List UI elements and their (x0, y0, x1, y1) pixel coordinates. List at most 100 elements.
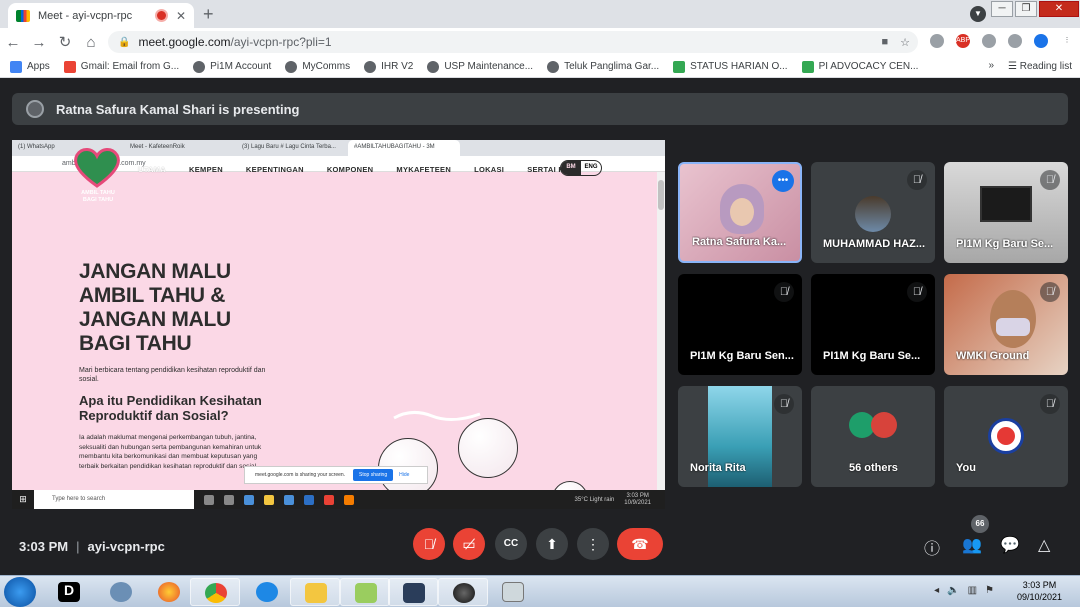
globe-icon (547, 60, 560, 73)
tab-search-icon[interactable]: ▼ (970, 6, 986, 22)
bookmark-item[interactable]: USP Maintenance... (427, 60, 533, 73)
menu-dots-icon[interactable]: ⋮ (1060, 34, 1074, 48)
menu-item: UTAMA (138, 165, 167, 174)
minimize-button[interactable]: ─ (991, 1, 1013, 17)
taskbar-app[interactable] (388, 578, 438, 606)
bookmark-item[interactable]: Apps (10, 60, 50, 73)
hide-button: Hide (399, 472, 410, 478)
globe-icon (427, 60, 440, 73)
participant-tile[interactable]: 🎙̸ WMKI Ground (944, 274, 1068, 375)
mic-off-button[interactable]: 🎙̸ (413, 528, 445, 560)
shared-clock-time: 3:03 PM (626, 492, 649, 499)
hero-subtitle: Mari berbicara tentang pendidikan kesiha… (79, 367, 266, 383)
tray-arrow-icon[interactable]: ◂ (934, 585, 939, 596)
new-tab-button[interactable]: + (203, 4, 214, 25)
globe-icon (285, 60, 298, 73)
hero-heading: JANGAN MALU AMBIL TAHU & JANGAN MALU BAG… (79, 260, 231, 355)
participant-tile[interactable]: 🎙̸ Norita Rita (678, 386, 802, 487)
taskbar-app[interactable] (340, 578, 390, 606)
reading-list-button[interactable]: ☰ Reading list (1008, 61, 1072, 72)
bookmark-item[interactable]: IHR V2 (364, 60, 413, 73)
extensions-icon[interactable] (982, 34, 996, 48)
extensions: ABP ⋮ (930, 34, 1074, 50)
network-icon[interactable]: ▥ (968, 585, 977, 596)
start-button[interactable] (4, 577, 36, 607)
doodle-decoration (393, 411, 481, 421)
app-icon (403, 583, 425, 603)
self-avatar-logo (997, 427, 1015, 445)
mic-off-icon: 🎙̸ (1040, 170, 1060, 190)
taskbar-app[interactable] (144, 578, 194, 606)
shared-tab-active: #AMBILTAHUBAGITAHU - 3M (348, 140, 460, 156)
app-icon (304, 494, 314, 505)
globe-icon[interactable] (930, 34, 944, 48)
forward-icon[interactable]: → (26, 34, 52, 51)
volume-icon[interactable]: 🔈 (947, 585, 959, 596)
captions-button[interactable]: CC (495, 528, 527, 560)
apps-grid-icon (10, 60, 22, 73)
participant-tile[interactable]: 🎙̸ PI1M Kg Baru Sen... (678, 274, 802, 375)
address-bar[interactable]: 🔒 meet.google.com /ayi-vcpn-rpc?pli=1 ■ … (108, 31, 918, 53)
flag-icon[interactable]: ⚑ (985, 585, 994, 596)
edit-icon[interactable] (1008, 34, 1022, 48)
shared-tab: (3) Lagu Baru # Lagu Cinta Terba... (242, 144, 336, 150)
taskbar-app[interactable] (290, 578, 340, 606)
participant-tile[interactable]: 🎙̸ PI1M Kg Baru Se... (811, 274, 935, 375)
camera-icon[interactable]: ■ (881, 36, 888, 49)
info-icon[interactable]: ⓘ (924, 535, 940, 559)
adblock-icon[interactable]: ABP (956, 34, 970, 48)
taskbar-clock[interactable]: 3:03 PM 09/10/2021 (1017, 579, 1062, 603)
mic-off-icon: 🎙̸ (907, 170, 927, 190)
site-icon (193, 60, 206, 73)
shared-taskbar: ⊞ Type here to search 35°C Light rain 3:… (12, 490, 665, 509)
taskbar-app[interactable] (242, 578, 292, 606)
camera-off-button[interactable]: ▭̸ (453, 528, 485, 560)
gmail-icon (63, 60, 76, 73)
bookmark-item[interactable]: Gmail: Email from G... (63, 60, 179, 73)
restore-button[interactable]: ❐ (1015, 1, 1037, 17)
shared-tab: Meet - KafeteenRoik (130, 144, 185, 150)
participant-tile[interactable]: 🎙̸ MUHAMMAD HAZ... (811, 162, 935, 263)
home-icon[interactable]: ⌂ (78, 34, 104, 51)
participant-avatar (855, 196, 891, 232)
bookmark-item[interactable]: STATUS HARIAN O... (673, 60, 788, 73)
taskbar-app[interactable] (488, 578, 538, 606)
bookmark-item[interactable]: PI ADVOCACY CEN... (801, 60, 918, 73)
close-window-button[interactable]: ✕ (1039, 1, 1079, 17)
tab-close-icon[interactable]: ✕ (176, 9, 186, 23)
participant-tile[interactable]: ••• Ratna Safura Ka... (678, 162, 802, 263)
people-icon[interactable]: 👥 (962, 535, 982, 555)
browser-toolbar: ← → ↻ ⌂ 🔒 meet.google.com /ayi-vcpn-rpc?… (0, 28, 1080, 56)
browser-tab-meet[interactable]: Meet - ayi-vcpn-rpc ✕ (8, 3, 194, 28)
more-options-button[interactable]: ⋮ (577, 528, 609, 560)
activities-icon[interactable]: △ (1038, 535, 1050, 555)
present-button[interactable]: ⬆ (536, 528, 568, 560)
bookmark-star-icon[interactable]: ☆ (900, 36, 910, 49)
participant-face (730, 198, 754, 226)
taskbar-app[interactable] (96, 578, 146, 606)
more-bookmarks-button[interactable]: » (988, 60, 994, 71)
meeting-code: ayi-vcpn-rpc (87, 539, 165, 554)
chrome-icon (205, 583, 227, 603)
bookmark-item[interactable]: Pi1M Account (193, 60, 271, 73)
participant-name: WMKI Ground (956, 350, 1030, 362)
back-icon[interactable]: ← (0, 34, 26, 51)
stop-sharing-button: Stop sharing (353, 469, 394, 481)
leave-call-button[interactable]: ☎ (617, 528, 663, 560)
system-tray: ◂ 🔈 ▥ ⚑ (934, 585, 994, 596)
taskbar-app[interactable] (190, 578, 240, 606)
profile-icon[interactable] (1034, 34, 1048, 48)
self-tile[interactable]: 🎙̸ You (944, 386, 1068, 487)
bookmark-item[interactable]: Teluk Panglima Gar... (547, 60, 659, 73)
menu-item: MYKAFETEEN (396, 165, 452, 174)
taskbar-app[interactable] (438, 578, 488, 606)
ie-icon (256, 582, 278, 602)
chat-icon[interactable]: 💬 (1000, 535, 1020, 555)
mask-video (996, 318, 1030, 336)
shared-clock-date: 10/9/2021 (624, 499, 651, 506)
others-tile[interactable]: 56 others (811, 386, 935, 487)
taskbar-app[interactable]: D (44, 578, 94, 606)
reload-icon[interactable]: ↻ (52, 33, 78, 51)
bookmark-item[interactable]: MyComms (285, 60, 350, 73)
participant-tile[interactable]: 🎙̸ PI1M Kg Baru Se... (944, 162, 1068, 263)
